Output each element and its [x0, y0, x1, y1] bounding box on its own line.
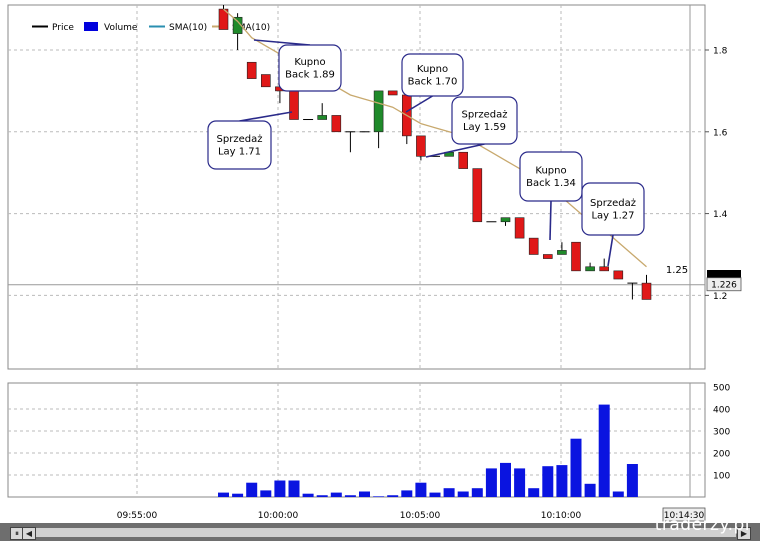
volume-bar: [598, 404, 610, 497]
volume-bar: [274, 480, 286, 497]
candle-body: [641, 282, 652, 300]
volume-bar: [542, 466, 554, 497]
volume-bar: [485, 468, 497, 497]
volume-tick-label: 200: [713, 450, 730, 460]
volume-bar: [556, 465, 568, 497]
candle-body: [331, 115, 342, 133]
volume-tick-label: 100: [713, 472, 730, 482]
callout-pointer: [549, 200, 552, 241]
x-tick-label: 10:10:00: [541, 511, 582, 521]
callout-text: Lay 1.59: [463, 122, 506, 133]
candle-body: [571, 241, 581, 272]
volume-bar: [500, 462, 511, 497]
traderzy-logo: traderzy.pl: [654, 515, 750, 535]
y-tick-label: 1.8: [713, 46, 728, 56]
volume-bar: [218, 492, 229, 497]
callout-text: Lay 1.27: [591, 211, 634, 222]
volume-bar: [528, 488, 540, 497]
volume-bar: [626, 464, 638, 497]
candle-body: [317, 115, 328, 120]
callout-text: Back 1.34: [526, 178, 576, 189]
volume-bar: [429, 492, 441, 497]
candle-body: [289, 90, 299, 120]
callout-box: [278, 44, 342, 92]
callout-text: Back 1.89: [285, 70, 335, 81]
callout-text: Sprzedaż: [590, 198, 636, 209]
volume-bar: [387, 495, 399, 497]
volume-bar: [584, 483, 596, 497]
candle-body: [514, 217, 525, 239]
x-tick-label: 09:55:00: [117, 511, 158, 521]
x-tick-label: 10:05:00: [400, 511, 441, 521]
scroll-left-button[interactable]: ◀: [22, 527, 36, 540]
candle-body: [373, 90, 384, 133]
callout-text: Back 1.70: [408, 77, 458, 88]
volume-bar: [570, 438, 582, 497]
callout-box: [207, 120, 272, 170]
candle-body: [542, 254, 553, 259]
volume-bar: [401, 490, 413, 497]
y-tick-label: 1.4: [713, 210, 728, 220]
callout-text: Lay 1.71: [218, 147, 261, 158]
volume-bar: [359, 491, 370, 497]
volume-tick-label: 400: [713, 406, 730, 416]
cursor-price-label: 1.226: [711, 281, 737, 291]
candle-body: [260, 74, 271, 88]
volume-bar: [471, 488, 483, 497]
candle-body: [246, 61, 257, 79]
candle-body: [387, 90, 398, 96]
volume-bar: [373, 496, 385, 497]
callout-box: [451, 96, 518, 145]
callout-text: Kupno: [535, 166, 566, 177]
candle-body: [416, 135, 426, 157]
legend-swatch: [84, 22, 98, 31]
candle-body: [500, 217, 511, 223]
volume-tick-label: 300: [713, 428, 730, 438]
candle-body: [557, 250, 567, 255]
time-scrollbar[interactable]: ⏸ ◀ ▶: [0, 523, 760, 541]
callout-text: Sprzedaż: [217, 134, 263, 145]
legend-label: Volume: [104, 23, 138, 33]
volume-bar: [612, 491, 624, 497]
volume-bar: [330, 492, 342, 497]
volume-bar: [457, 491, 469, 497]
candle-body: [528, 237, 539, 255]
volume-bar: [514, 468, 526, 497]
last-price-label: 1.25: [666, 265, 688, 276]
volume-bar: [443, 488, 455, 497]
volume-bar: [302, 493, 314, 497]
candle-body: [613, 270, 624, 280]
volume-bar: [246, 482, 258, 497]
candle-body: [458, 151, 469, 169]
volume-bar: [232, 493, 244, 497]
y-tick-label: 1.2: [713, 292, 727, 302]
legend-label: Price: [52, 23, 74, 33]
candle-body: [599, 266, 610, 272]
volume-bar: [288, 480, 300, 497]
volume-tick-label: 500: [713, 384, 730, 394]
callout-text: Kupno: [417, 64, 448, 75]
volume-bar: [415, 482, 427, 497]
y-tick-label: 1.6: [713, 128, 728, 138]
candle-body: [472, 168, 483, 223]
legend-label: SMA(10): [169, 23, 207, 33]
x-tick-label: 10:00:00: [258, 511, 299, 521]
scrollbar-track[interactable]: [36, 528, 736, 537]
candle-body: [585, 266, 595, 272]
price-volume-chart: Price Volume SMA(10) SMA(10) 1.21.41.61.810…: [7, 4, 742, 522]
callout-box: [401, 53, 464, 97]
callout-box: [519, 151, 583, 202]
callout-box: [581, 182, 645, 236]
volume-bar: [316, 495, 328, 497]
callout-text: Kupno: [294, 57, 325, 68]
volume-bar: [344, 495, 356, 497]
callout-text: Sprzedaż: [462, 110, 508, 121]
volume-bar: [260, 490, 272, 497]
